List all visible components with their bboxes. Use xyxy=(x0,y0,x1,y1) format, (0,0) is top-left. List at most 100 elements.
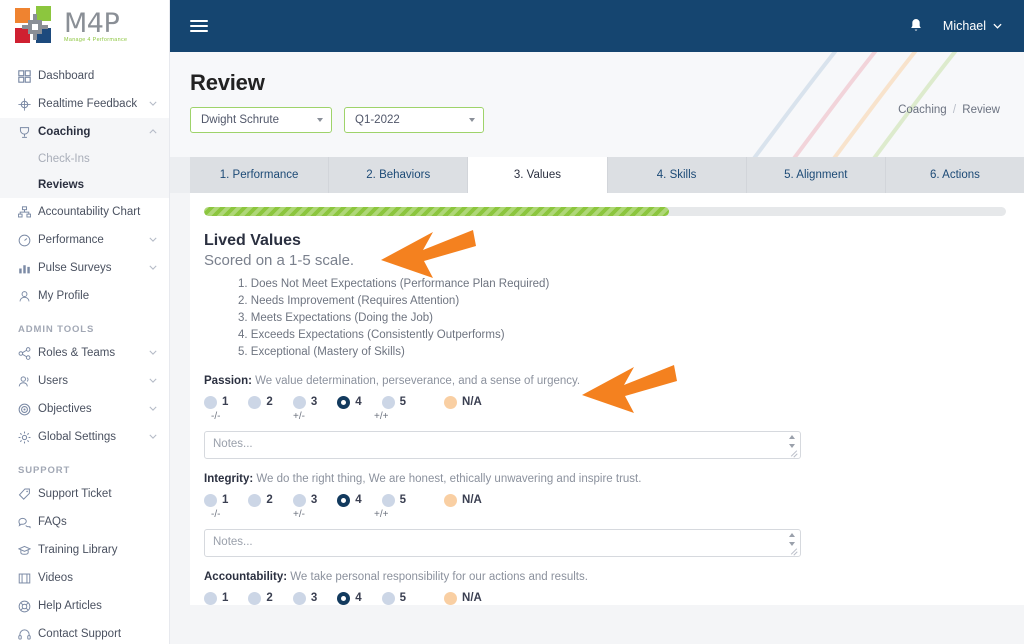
sidebar-item-training-library[interactable]: Training Library xyxy=(0,536,169,564)
rating-option-2[interactable]: 2 xyxy=(248,395,273,409)
hamburger-icon[interactable] xyxy=(190,20,208,32)
sidebar-item-support-ticket[interactable]: Support Ticket xyxy=(0,480,169,508)
scale-item: 2. Needs Improvement (Requires Attention… xyxy=(238,295,460,307)
rating-option-na[interactable]: N/A xyxy=(444,493,482,507)
tag-icon xyxy=(18,487,38,501)
notes-textarea[interactable]: Notes... xyxy=(204,431,801,459)
sidebar-subitem-label: Reviews xyxy=(38,179,85,191)
sidebar-item-global-settings[interactable]: Global Settings xyxy=(0,423,169,451)
rating-option-3[interactable]: 3 xyxy=(292,493,317,507)
bell-icon[interactable] xyxy=(909,18,923,35)
criterion-heading: Integrity: We do the right thing, We are… xyxy=(204,473,1006,485)
rating-option-2[interactable]: 2 xyxy=(248,591,273,605)
chevron-down-icon xyxy=(149,377,157,385)
sublabel-low: -/- xyxy=(211,509,221,520)
breadcrumb-separator: / xyxy=(952,104,957,116)
sidebar-section-admin-tools: ADMIN TOOLS xyxy=(18,324,95,335)
trophy-icon xyxy=(18,126,38,139)
radio-dot xyxy=(292,591,306,605)
criterion-integrity: Integrity: We do the right thing, We are… xyxy=(204,473,1006,557)
stepper-icon[interactable] xyxy=(787,533,796,546)
rating-option-1[interactable]: 1 xyxy=(204,395,228,409)
rating-option-2[interactable]: 2 xyxy=(248,493,273,507)
sidebar-subitem-check-ins[interactable]: Check-Ins xyxy=(0,146,169,172)
rating-option-na[interactable]: N/A xyxy=(444,395,482,409)
radio-dot xyxy=(248,591,262,605)
tab-values[interactable]: 3. Values xyxy=(468,157,608,193)
rating-option-5[interactable]: 5 xyxy=(381,591,406,605)
rating-option-3[interactable]: 3 xyxy=(292,395,317,409)
sublabel-mid: +/- xyxy=(293,411,305,422)
chevron-down-icon xyxy=(149,433,157,441)
tab-label: 6. Actions xyxy=(930,169,980,181)
headset-icon xyxy=(18,628,38,641)
rating-option-na[interactable]: N/A xyxy=(444,591,482,605)
tab-actions[interactable]: 6. Actions xyxy=(886,157,1024,193)
stepper-icon[interactable] xyxy=(787,435,796,448)
sidebar-item-my-profile[interactable]: My Profile xyxy=(0,282,169,310)
criterion-accountability: Accountability: We take personal respons… xyxy=(204,571,1006,605)
breadcrumb-parent[interactable]: Coaching xyxy=(898,104,947,116)
rating-option-3[interactable]: 3 xyxy=(292,591,317,605)
rating-option-1[interactable]: 1 xyxy=(204,591,228,605)
employee-select-value: Dwight Schrute xyxy=(201,114,279,126)
sidebar-item-roles-teams[interactable]: Roles & Teams xyxy=(0,339,169,367)
rating-option-4[interactable]: 4 xyxy=(337,493,362,507)
sidebar-item-dashboard[interactable]: Dashboard xyxy=(0,62,169,90)
brand-logo[interactable]: M4P Manage 4 Performance xyxy=(0,0,169,52)
user-menu[interactable]: Michael xyxy=(943,19,1002,33)
chevron-down-icon xyxy=(149,405,157,413)
sidebar-item-label: My Profile xyxy=(38,290,90,302)
sidebar-item-users[interactable]: Users xyxy=(0,367,169,395)
rating-option-4[interactable]: 4 xyxy=(337,591,362,605)
sidebar-subitem-reviews[interactable]: Reviews xyxy=(0,172,169,198)
sidebar-item-pulse-surveys[interactable]: Pulse Surveys xyxy=(0,254,169,282)
tab-alignment[interactable]: 5. Alignment xyxy=(747,157,886,193)
sidebar-item-label: Dashboard xyxy=(38,70,95,82)
sidebar-item-performance[interactable]: Performance xyxy=(0,226,169,254)
sidebar-nav: Dashboard Realtime Feedback Coaching Che… xyxy=(0,52,169,644)
rating-label: 4 xyxy=(355,592,362,604)
radio-dot xyxy=(248,395,262,409)
sidebar-item-objectives[interactable]: Objectives xyxy=(0,395,169,423)
sidebar-item-label: Help Articles xyxy=(38,600,102,612)
rating-label: 1 xyxy=(222,494,229,506)
app-root: M4P Manage 4 Performance Dashboard Realt… xyxy=(0,0,1024,644)
resize-handle-icon[interactable] xyxy=(789,546,798,555)
sidebar-item-coaching[interactable]: Coaching xyxy=(0,118,169,146)
scale-item: 4. Exceeds Expectations (Consistently Ou… xyxy=(238,329,505,341)
rating-option-4[interactable]: 4 xyxy=(337,395,362,409)
chevron-down-icon xyxy=(993,21,1002,31)
tab-bar-wrapper: 1. Performance 2. Behaviors 3. Values 4.… xyxy=(170,157,1024,193)
employee-select[interactable]: Dwight Schrute xyxy=(190,107,332,133)
radio-dot-na xyxy=(444,395,458,409)
sidebar-item-help-articles[interactable]: Help Articles xyxy=(0,592,169,620)
radio-dot-na xyxy=(444,493,458,507)
criterion-description: We take personal responsibility for our … xyxy=(290,571,588,583)
period-select[interactable]: Q1-2022 xyxy=(344,107,484,133)
tab-skills[interactable]: 4. Skills xyxy=(608,157,747,193)
sidebar-item-videos[interactable]: Videos xyxy=(0,564,169,592)
sidebar-item-faqs[interactable]: FAQs xyxy=(0,508,169,536)
notes-placeholder: Notes... xyxy=(213,438,253,450)
scale-legend: 1. Does Not Meet Expectations (Performan… xyxy=(238,276,1006,361)
sidebar-item-label: Global Settings xyxy=(38,431,116,443)
chevron-down-icon xyxy=(149,100,157,108)
rating-option-1[interactable]: 1 xyxy=(204,493,229,507)
rating-label: 5 xyxy=(399,396,407,408)
rating-option-5[interactable]: 5 xyxy=(381,493,406,507)
resize-handle-icon[interactable] xyxy=(789,448,798,457)
radio-dot xyxy=(204,591,217,605)
rating-option-5[interactable]: 5 xyxy=(381,395,407,409)
criterion-description: We value determination, perseverance, an… xyxy=(255,375,581,387)
criterion-passion: Passion: We value determination, perseve… xyxy=(204,375,1006,459)
tab-behaviors[interactable]: 2. Behaviors xyxy=(329,157,469,193)
notes-textarea[interactable]: Notes... xyxy=(204,529,801,557)
sidebar-item-accountability-chart[interactable]: Accountability Chart xyxy=(0,198,169,226)
sidebar-item-realtime-feedback[interactable]: Realtime Feedback xyxy=(0,90,169,118)
chevron-down-icon xyxy=(149,236,157,244)
sidebar-item-contact-support[interactable]: Contact Support xyxy=(0,620,169,644)
rating-sublabels: -/- +/- +/+ xyxy=(204,509,1006,522)
tab-performance[interactable]: 1. Performance xyxy=(190,157,330,193)
gauge-icon xyxy=(18,234,38,247)
